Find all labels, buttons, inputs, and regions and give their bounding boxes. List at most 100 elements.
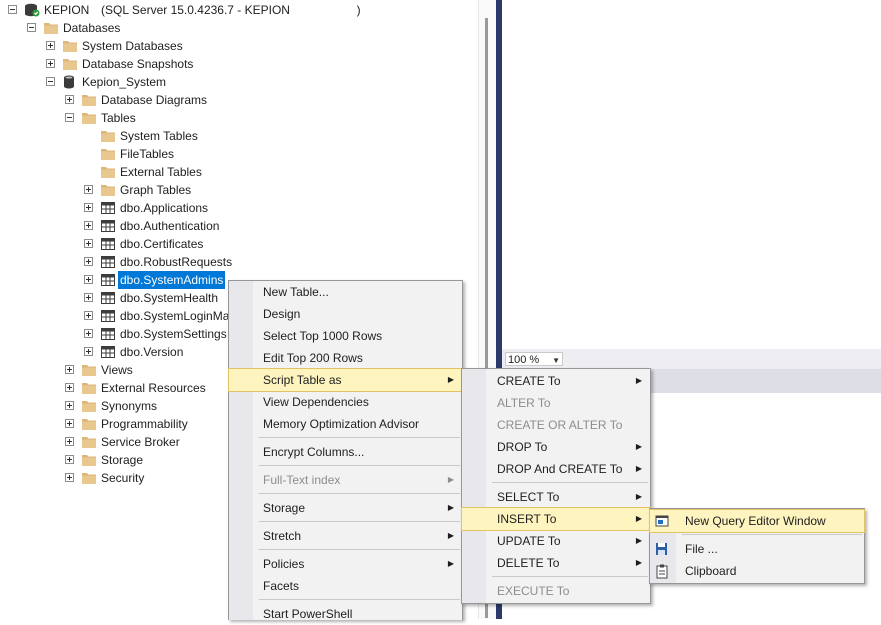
tree-node-table[interactable]: dbo.RobustRequests: [0, 253, 232, 271]
submenu-arrow-icon: ▶: [635, 558, 642, 567]
tree-label: Programmability: [101, 417, 188, 431]
tree-node-views[interactable]: Views: [0, 361, 230, 379]
tree-node-table-selected[interactable]: dbo.SystemAdmins: [0, 271, 230, 289]
tree-node-system-databases[interactable]: System Databases: [0, 37, 300, 55]
expand-icon[interactable]: [84, 329, 93, 338]
menu-item-create-to[interactable]: CREATE To ▶: [462, 370, 650, 392]
expand-icon[interactable]: [84, 257, 93, 266]
expand-icon[interactable]: [65, 365, 74, 374]
tree-node-security[interactable]: Security: [0, 469, 230, 487]
tree-node-table[interactable]: dbo.Authentication: [0, 217, 230, 235]
menu-item-memory-optimization[interactable]: Memory Optimization Advisor: [229, 413, 462, 435]
folder-icon: [81, 435, 97, 449]
table-icon: [100, 255, 116, 269]
collapse-icon[interactable]: [8, 5, 17, 14]
tree-node-programmability[interactable]: Programmability: [0, 415, 230, 433]
menu-item-design[interactable]: Design: [229, 303, 462, 325]
menu-item-full-text-index[interactable]: Full-Text index ▶: [229, 469, 462, 491]
menu-item-drop-and-create-to[interactable]: DROP And CREATE To ▶: [462, 458, 650, 480]
tree-node-system-tables[interactable]: System Tables: [0, 127, 300, 145]
tree-node-synonyms[interactable]: Synonyms: [0, 397, 230, 415]
tree-label: Graph Tables: [120, 183, 192, 197]
menu-item-delete-to[interactable]: DELETE To ▶: [462, 552, 650, 574]
expand-icon[interactable]: [84, 221, 93, 230]
menu-item-new-query-editor-window[interactable]: New Query Editor Window: [649, 509, 865, 533]
tree-node-external-tables[interactable]: External Tables: [0, 163, 300, 181]
tree-node-service-broker[interactable]: Service Broker: [0, 433, 230, 451]
menu-item-start-powershell[interactable]: Start PowerShell: [229, 603, 462, 625]
expand-icon[interactable]: [65, 473, 74, 482]
folder-icon: [81, 399, 97, 413]
expand-icon[interactable]: [84, 239, 93, 248]
menu-label: New Query Editor Window: [685, 514, 826, 528]
tree-label: FileTables: [120, 147, 175, 161]
submenu-arrow-icon: ▶: [635, 442, 642, 451]
expand-icon[interactable]: [65, 437, 74, 446]
tree-node-database-diagrams[interactable]: Database Diagrams: [0, 91, 300, 109]
new-query-window-icon: [654, 513, 670, 529]
expand-icon[interactable]: [46, 41, 55, 50]
menu-item-clipboard[interactable]: Clipboard: [650, 560, 864, 582]
tree-node-databases[interactable]: Databases: [0, 19, 300, 37]
expand-icon[interactable]: [84, 347, 93, 356]
database-icon: [62, 75, 78, 89]
tree-label: Security: [101, 471, 145, 485]
expand-icon[interactable]: [84, 293, 93, 302]
collapse-icon[interactable]: [27, 23, 36, 32]
tree-label: Views: [101, 363, 133, 377]
tree-node-graph-tables[interactable]: Graph Tables: [0, 181, 300, 199]
menu-separator: [259, 599, 460, 600]
menu-item-create-or-alter-to[interactable]: CREATE OR ALTER To: [462, 414, 650, 436]
expand-icon[interactable]: [46, 59, 55, 68]
expand-icon[interactable]: [65, 95, 74, 104]
folder-icon: [81, 111, 97, 125]
tree-node-filetables[interactable]: FileTables: [0, 145, 300, 163]
menu-item-script-table-as[interactable]: Script Table as ▶: [228, 368, 463, 392]
tree-node-external-resources[interactable]: External Resources: [0, 379, 230, 397]
tree-node-server[interactable]: KEPION (SQL Server 15.0.4236.7 - KEPION …: [0, 1, 380, 19]
menu-item-encrypt-columns[interactable]: Encrypt Columns...: [229, 441, 462, 463]
expand-icon[interactable]: [65, 455, 74, 464]
tree-label: Databases: [63, 21, 121, 35]
menu-item-edit-top-200[interactable]: Edit Top 200 Rows: [229, 347, 462, 369]
tree-label: dbo.Applications: [120, 201, 209, 215]
tree-node-database-snapshots[interactable]: Database Snapshots: [0, 55, 300, 73]
menu-item-select-top-1000[interactable]: Select Top 1000 Rows: [229, 325, 462, 347]
menu-item-stretch[interactable]: Stretch ▶: [229, 525, 462, 547]
menu-item-storage[interactable]: Storage ▶: [229, 497, 462, 519]
tree-node-tables[interactable]: Tables: [0, 109, 300, 127]
menu-item-execute-to[interactable]: EXECUTE To: [462, 580, 650, 602]
menu-item-file[interactable]: File ...: [650, 538, 864, 560]
expand-icon[interactable]: [84, 203, 93, 212]
folder-icon: [81, 471, 97, 485]
menu-label: Full-Text index: [263, 473, 341, 487]
menu-item-update-to[interactable]: UPDATE To ▶: [462, 530, 650, 552]
menu-item-view-dependencies[interactable]: View Dependencies: [229, 391, 462, 413]
tree-node-table[interactable]: dbo.SystemLoginMa: [0, 307, 230, 325]
expand-icon[interactable]: [65, 383, 74, 392]
collapse-icon[interactable]: [65, 113, 74, 122]
menu-item-drop-to[interactable]: DROP To ▶: [462, 436, 650, 458]
expand-icon[interactable]: [65, 401, 74, 410]
tree-node-table[interactable]: dbo.Version: [0, 343, 230, 361]
expand-icon[interactable]: [84, 275, 93, 284]
tree-node-storage[interactable]: Storage: [0, 451, 230, 469]
menu-item-alter-to[interactable]: ALTER To: [462, 392, 650, 414]
menu-item-policies[interactable]: Policies ▶: [229, 553, 462, 575]
menu-separator: [492, 482, 648, 483]
tree-node-table[interactable]: dbo.SystemSettings: [0, 325, 230, 343]
menu-item-select-to[interactable]: SELECT To ▶: [462, 486, 650, 508]
expand-icon[interactable]: [84, 311, 93, 320]
tree-node-table[interactable]: dbo.SystemHealth: [0, 289, 230, 307]
tree-node-table[interactable]: dbo.Certificates: [0, 235, 230, 253]
menu-item-new-table[interactable]: New Table...: [229, 281, 462, 303]
tree-node-kepion-system[interactable]: Kepion_System: [0, 73, 300, 91]
zoom-select[interactable]: 100 % ▼: [505, 352, 563, 366]
collapse-icon[interactable]: [46, 77, 55, 86]
menu-item-insert-to[interactable]: INSERT To ▶: [461, 507, 651, 531]
expand-icon[interactable]: [84, 185, 93, 194]
menu-item-facets[interactable]: Facets: [229, 575, 462, 597]
tree-node-table[interactable]: dbo.Applications: [0, 199, 230, 217]
expand-icon[interactable]: [65, 419, 74, 428]
clipboard-icon: [654, 563, 670, 579]
